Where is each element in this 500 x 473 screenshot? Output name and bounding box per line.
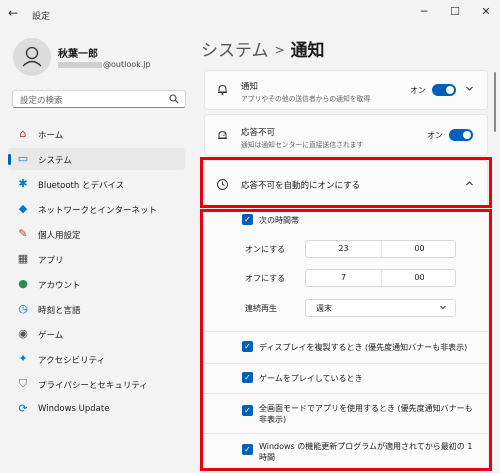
accessibility-icon: ✦: [18, 352, 28, 365]
active-indicator: [8, 154, 11, 165]
window-title: 設定: [32, 12, 51, 22]
sidebar-item-label: 個人用設定: [38, 231, 81, 241]
toggle-knob: [446, 86, 454, 94]
search-placeholder: 設定の検索: [20, 96, 63, 106]
user-name: 秋葉一郎: [58, 49, 98, 60]
search-input[interactable]: 設定の検索: [12, 90, 186, 108]
notifications-toggle[interactable]: [432, 84, 456, 96]
user-silhouette-icon: [22, 46, 42, 67]
sidebar-item-home[interactable]: ⌂ ホーム: [8, 123, 185, 145]
sidebar-item-label: ゲーム: [38, 331, 64, 341]
avatar[interactable]: [13, 38, 51, 76]
apps-icon: ▦: [17, 252, 29, 265]
system-icon: ▭: [17, 152, 29, 165]
bell-icon: [216, 83, 229, 99]
sidebar-item-system[interactable]: ▭ システム: [8, 148, 185, 170]
home-icon: ⌂: [19, 127, 27, 140]
scrollbar[interactable]: [494, 72, 496, 132]
close-button[interactable]: ✕: [476, 4, 496, 20]
network-icon: ◆: [18, 202, 28, 215]
sidebar-item-label: 時刻と言語: [38, 306, 81, 316]
notifications-description: アプリやその他の送信者からの通知を取得: [241, 95, 371, 103]
sidebar-item-label: プライバシーとセキュリティ: [38, 381, 148, 391]
sidebar-item-label: ホーム: [38, 131, 64, 141]
sidebar-item-bluetooth[interactable]: ✱ Bluetooth とデバイス: [8, 173, 185, 195]
sidebar-item-apps[interactable]: ▦ アプリ: [8, 248, 185, 270]
time-language-icon: ◷: [18, 302, 28, 315]
sidebar-item-label: ネットワークとインターネット: [38, 206, 158, 216]
user-email: @outlook.jp: [58, 60, 151, 69]
windows-update-icon: ⟳: [18, 402, 28, 415]
account-icon: ●: [18, 277, 28, 290]
dnd-description: 通知は通知センターに直接送信されます: [241, 141, 364, 149]
breadcrumb: システム > 通知: [201, 36, 325, 61]
privacy-shield-icon: ⛉: [18, 377, 28, 390]
dnd-title: 応答不可: [241, 128, 276, 138]
sidebar-item-account[interactable]: ● アカウント: [8, 273, 185, 295]
sidebar-item-label: Windows Update: [38, 404, 110, 414]
sidebar-item-privacy[interactable]: ⛉ プライバシーとセキュリティ: [8, 373, 185, 395]
search-icon: [169, 94, 179, 107]
notifications-title: 通知: [241, 82, 259, 92]
back-arrow-icon[interactable]: ←: [8, 6, 18, 20]
notifications-card[interactable]: 通知 アプリやその他の送信者からの通知を取得 オン: [204, 70, 488, 110]
personalization-icon: ✎: [18, 227, 28, 240]
sidebar-item-label: Bluetooth とデバイス: [38, 181, 125, 191]
bluetooth-icon: ✱: [18, 177, 28, 190]
highlight-frame-settings: [200, 209, 492, 471]
dnd-card[interactable]: z 応答不可 通知は通知センターに直接送信されます オン: [204, 114, 488, 156]
sidebar-item-label: システム: [38, 156, 72, 166]
sidebar-item-label: アカウント: [38, 281, 81, 291]
sidebar-item-network[interactable]: ◆ ネットワークとインターネット: [8, 198, 185, 220]
sidebar-item-time-language[interactable]: ◷ 時刻と言語: [8, 298, 185, 320]
svg-text:z: z: [223, 132, 225, 137]
breadcrumb-parent[interactable]: システム: [201, 41, 269, 61]
sidebar-item-personalization[interactable]: ✎ 個人用設定: [8, 223, 185, 245]
dnd-bell-icon: z: [216, 129, 229, 145]
chevron-down-icon[interactable]: [465, 84, 474, 96]
sidebar-item-windows-update[interactable]: ⟳ Windows Update: [8, 398, 185, 420]
minimize-button[interactable]: ─: [414, 4, 434, 20]
sidebar-item-label: アプリ: [38, 256, 64, 266]
breadcrumb-separator: >: [274, 43, 285, 57]
highlight-frame-header: [200, 157, 492, 208]
title-bar: ← 設定 ─ ☐ ✕: [0, 0, 500, 30]
sidebar-item-label: アクセシビリティ: [38, 356, 106, 366]
email-redaction: [58, 61, 102, 68]
sidebar-item-gaming[interactable]: ◉ ゲーム: [8, 323, 185, 345]
gaming-icon: ◉: [18, 327, 28, 340]
sidebar-item-accessibility[interactable]: ✦ アクセシビリティ: [8, 348, 185, 370]
maximize-button[interactable]: ☐: [445, 4, 465, 20]
user-email-domain: @outlook.jp: [103, 60, 151, 69]
page-title: 通知: [290, 41, 325, 61]
toggle-knob: [463, 131, 471, 139]
dnd-state: オン: [427, 131, 443, 140]
dnd-toggle[interactable]: [449, 129, 473, 141]
notifications-state: オン: [410, 86, 426, 95]
